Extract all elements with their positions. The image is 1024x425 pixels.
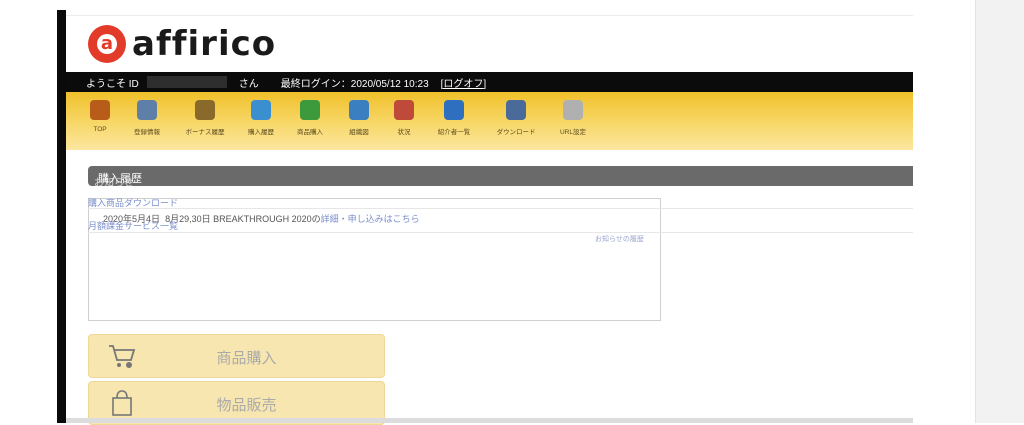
- users-icon: [444, 100, 464, 120]
- book-icon: [137, 100, 157, 120]
- button-label: 商品購入: [216, 350, 277, 367]
- main-nav: TOP 登録情報 ボーナス履歴 購入履歴 商品購入 組織図 状況 紹介者一覧 ダ…: [66, 92, 913, 150]
- nav-label: 登録情報: [134, 129, 160, 136]
- section-title: 購入履歴: [98, 173, 142, 185]
- page-bottom-edge: [66, 418, 913, 423]
- divider: [88, 208, 913, 209]
- brand-name: affirico: [132, 24, 277, 64]
- news-text: 8月29,30日 BREAKTHROUGH 2020の: [165, 214, 321, 224]
- welcome-text: ようこそ ID: [86, 78, 139, 90]
- nav-item-download[interactable]: ダウンロード: [486, 100, 546, 136]
- nav-label: URL設定: [559, 129, 586, 136]
- window-left-edge: [57, 10, 66, 423]
- logo-mark-icon: a: [88, 25, 126, 63]
- button-label: 物品販売: [216, 397, 277, 414]
- nav-label: ボーナス履歴: [185, 129, 225, 136]
- divider: [66, 15, 913, 16]
- section-header: お知らせ 購入履歴: [88, 166, 913, 189]
- download-icon: [506, 100, 526, 120]
- nav-label: ダウンロード: [496, 129, 536, 136]
- brand-logo[interactable]: a affirico: [88, 24, 276, 64]
- buy-product-button[interactable]: 商品購入: [88, 334, 385, 378]
- purchased-download-link[interactable]: 購入商品ダウンロード: [88, 196, 178, 209]
- mail-icon: [563, 100, 583, 120]
- chart-icon: [394, 100, 414, 120]
- nav-item-bonus-history[interactable]: ボーナス履歴: [175, 100, 235, 136]
- nav-label: 紹介者一覧: [437, 129, 471, 136]
- user-id-masked: [146, 76, 227, 88]
- honorific-text: さん: [238, 78, 259, 90]
- side-scroll-panel: [975, 0, 1024, 423]
- home-icon: [90, 100, 110, 120]
- user-status-bar: ようこそ ID さん 最終ログイン：2020/05/12 10:23 [ログオフ…: [66, 72, 913, 92]
- card-icon: [251, 100, 271, 120]
- nav-item-referrals[interactable]: 紹介者一覧: [424, 100, 484, 136]
- cart-icon: [300, 100, 320, 120]
- news-detail-link[interactable]: 詳細・申し込みはこちら: [321, 214, 420, 224]
- divider: [88, 232, 913, 233]
- last-login-text: 最終ログイン：2020/05/12 10:23: [280, 78, 429, 90]
- notice-history-link[interactable]: お知らせの履歴: [595, 234, 644, 244]
- money-bag-icon: [195, 100, 215, 120]
- nav-item-url-settings[interactable]: URL設定: [543, 100, 603, 136]
- org-chart-icon: [349, 100, 369, 120]
- logout-link[interactable]: [ログオフ]: [441, 75, 487, 90]
- nav-item-profile[interactable]: 登録情報: [117, 100, 177, 136]
- subscription-services-link[interactable]: 月額課金サービス一覧: [88, 219, 178, 232]
